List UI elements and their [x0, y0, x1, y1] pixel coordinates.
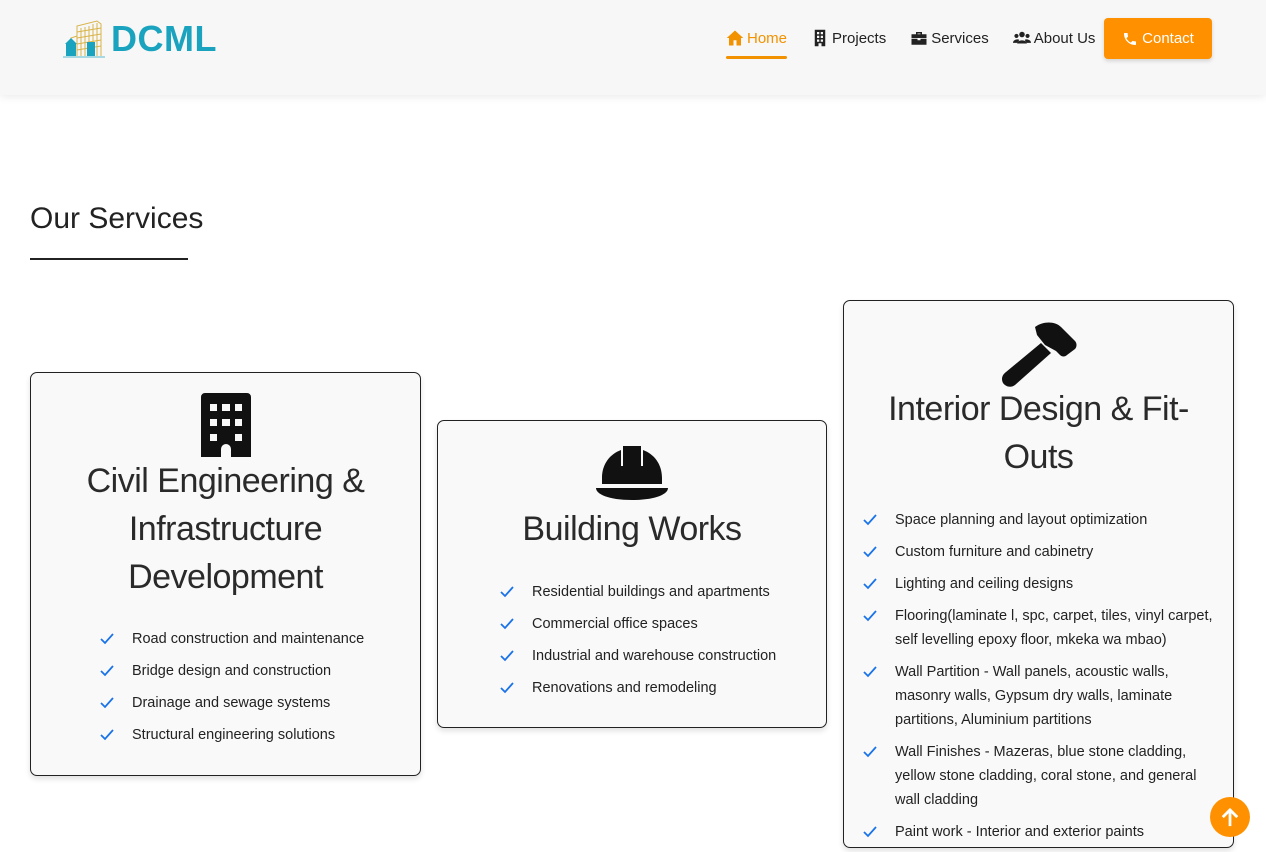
list-item-text: Custom furniture and cabinetry — [895, 544, 1094, 560]
toolbox-icon — [911, 32, 927, 45]
list-item-text: Drainage and sewage systems — [132, 695, 331, 711]
card-feature-list: Residential buildings and apartments Com… — [500, 580, 820, 708]
check-icon — [100, 633, 114, 645]
list-item: Paint work - Interior and exterior paint… — [863, 820, 1223, 844]
list-item-text: Space planning and layout optimization — [895, 512, 1148, 528]
list-item: Space planning and layout optimization — [863, 508, 1223, 532]
card-title-line: Civil Engineering & — [86, 462, 365, 500]
hammer-icon — [1001, 322, 1076, 387]
list-item-text: Road construction and maintenance — [132, 631, 365, 647]
contact-button[interactable]: Contact — [1104, 18, 1212, 59]
check-icon — [500, 586, 514, 598]
card-title: Building Works — [438, 505, 826, 553]
card-icon-wrapper — [844, 321, 1233, 387]
arrow-up-icon — [1221, 807, 1239, 827]
check-icon — [863, 666, 877, 678]
list-item-text: Wall Partition - Wall panels, acoustic w… — [895, 664, 1173, 728]
list-item-text: Flooring(laminate l, spc, carpet, tiles,… — [895, 608, 1213, 648]
section-title-underline — [30, 258, 188, 260]
list-item-text: Commercial office spaces — [532, 616, 698, 632]
nav-label: Home — [747, 29, 788, 47]
main-nav: Home Projects Services About Us — [726, 18, 1119, 59]
scroll-to-top-button[interactable] — [1210, 797, 1250, 837]
list-item: Structural engineering solutions — [100, 723, 410, 747]
hard-hat-icon — [596, 446, 668, 500]
section-title: Our Services — [30, 202, 204, 235]
list-item: Commercial office spaces — [500, 612, 820, 636]
list-item: Bridge design and construction — [100, 659, 410, 683]
service-card-building-works: Building Works Residential buildings and… — [437, 420, 827, 728]
check-icon — [863, 610, 877, 622]
card-title-line: Interior Design & Fit- — [888, 390, 1189, 428]
list-item-text: Paint work - Interior and exterior paint… — [895, 824, 1145, 840]
card-title-line: Development — [128, 558, 323, 596]
list-item: Drainage and sewage systems — [100, 691, 410, 715]
list-item-text: Residential buildings and apartments — [532, 584, 770, 600]
list-item: Lighting and ceiling designs — [863, 572, 1223, 596]
service-card-civil-engineering: Civil Engineering & Infrastructure Devel… — [30, 372, 421, 776]
list-item-text: Renovations and remodeling — [532, 680, 717, 696]
service-card-interior-design: Interior Design & Fit- Outs Space planni… — [843, 300, 1234, 848]
nav-item-about-us[interactable]: About Us — [1012, 18, 1096, 58]
list-item: Flooring(laminate l, spc, carpet, tiles,… — [863, 604, 1223, 652]
check-icon — [500, 682, 514, 694]
card-title-line: Infrastructure — [128, 510, 323, 548]
check-icon — [100, 665, 114, 677]
card-feature-list: Road construction and maintenance Bridge… — [100, 627, 410, 755]
office-building-icon — [200, 393, 251, 457]
list-item: Residential buildings and apartments — [500, 580, 820, 604]
card-title: Interior Design & Fit- Outs — [844, 385, 1233, 481]
check-icon — [100, 729, 114, 741]
check-icon — [500, 650, 514, 662]
card-icon-wrapper — [438, 444, 826, 502]
building-icon — [814, 29, 826, 47]
card-title-line: Building Works — [522, 510, 742, 548]
list-item: Industrial and warehouse construction — [500, 644, 820, 668]
list-item-text: Bridge design and construction — [132, 663, 332, 679]
logo[interactable]: DCML — [63, 18, 217, 60]
card-icon-wrapper — [31, 393, 420, 457]
site-header: DCML Home Projects Services About Us Con… — [0, 0, 1266, 95]
check-icon — [863, 826, 877, 838]
users-icon — [1012, 31, 1031, 44]
logo-building-icon — [63, 20, 105, 58]
list-item-text: Industrial and warehouse construction — [532, 648, 777, 664]
card-title: Civil Engineering & Infrastructure Devel… — [31, 457, 420, 601]
list-item-text: Wall Finishes - Mazeras, blue stone clad… — [895, 744, 1197, 808]
check-icon — [100, 697, 114, 709]
check-icon — [863, 578, 877, 590]
nav-label: Projects — [832, 29, 887, 47]
list-item: Custom furniture and cabinetry — [863, 540, 1223, 564]
list-item: Renovations and remodeling — [500, 676, 820, 700]
home-icon — [726, 30, 744, 46]
nav-item-home[interactable]: Home — [726, 18, 788, 59]
card-feature-list: Space planning and layout optimization C… — [863, 508, 1223, 852]
check-icon — [863, 514, 877, 526]
list-item: Wall Finishes - Mazeras, blue stone clad… — [863, 740, 1223, 812]
list-item-text: Lighting and ceiling designs — [895, 576, 1074, 592]
check-icon — [863, 546, 877, 558]
phone-icon — [1124, 32, 1137, 45]
contact-label: Contact — [1142, 30, 1194, 47]
check-icon — [500, 618, 514, 630]
logo-text: DCML — [111, 18, 217, 59]
list-item: Wall Partition - Wall panels, acoustic w… — [863, 660, 1223, 732]
nav-label: Services — [931, 29, 989, 47]
card-title-line: Outs — [1003, 438, 1074, 476]
list-item: Road construction and maintenance — [100, 627, 410, 651]
list-item-text: Structural engineering solutions — [132, 727, 336, 743]
nav-item-services[interactable]: Services — [910, 18, 989, 58]
check-icon — [863, 746, 877, 758]
nav-item-projects[interactable]: Projects — [811, 18, 886, 58]
nav-label: About Us — [1033, 29, 1096, 47]
